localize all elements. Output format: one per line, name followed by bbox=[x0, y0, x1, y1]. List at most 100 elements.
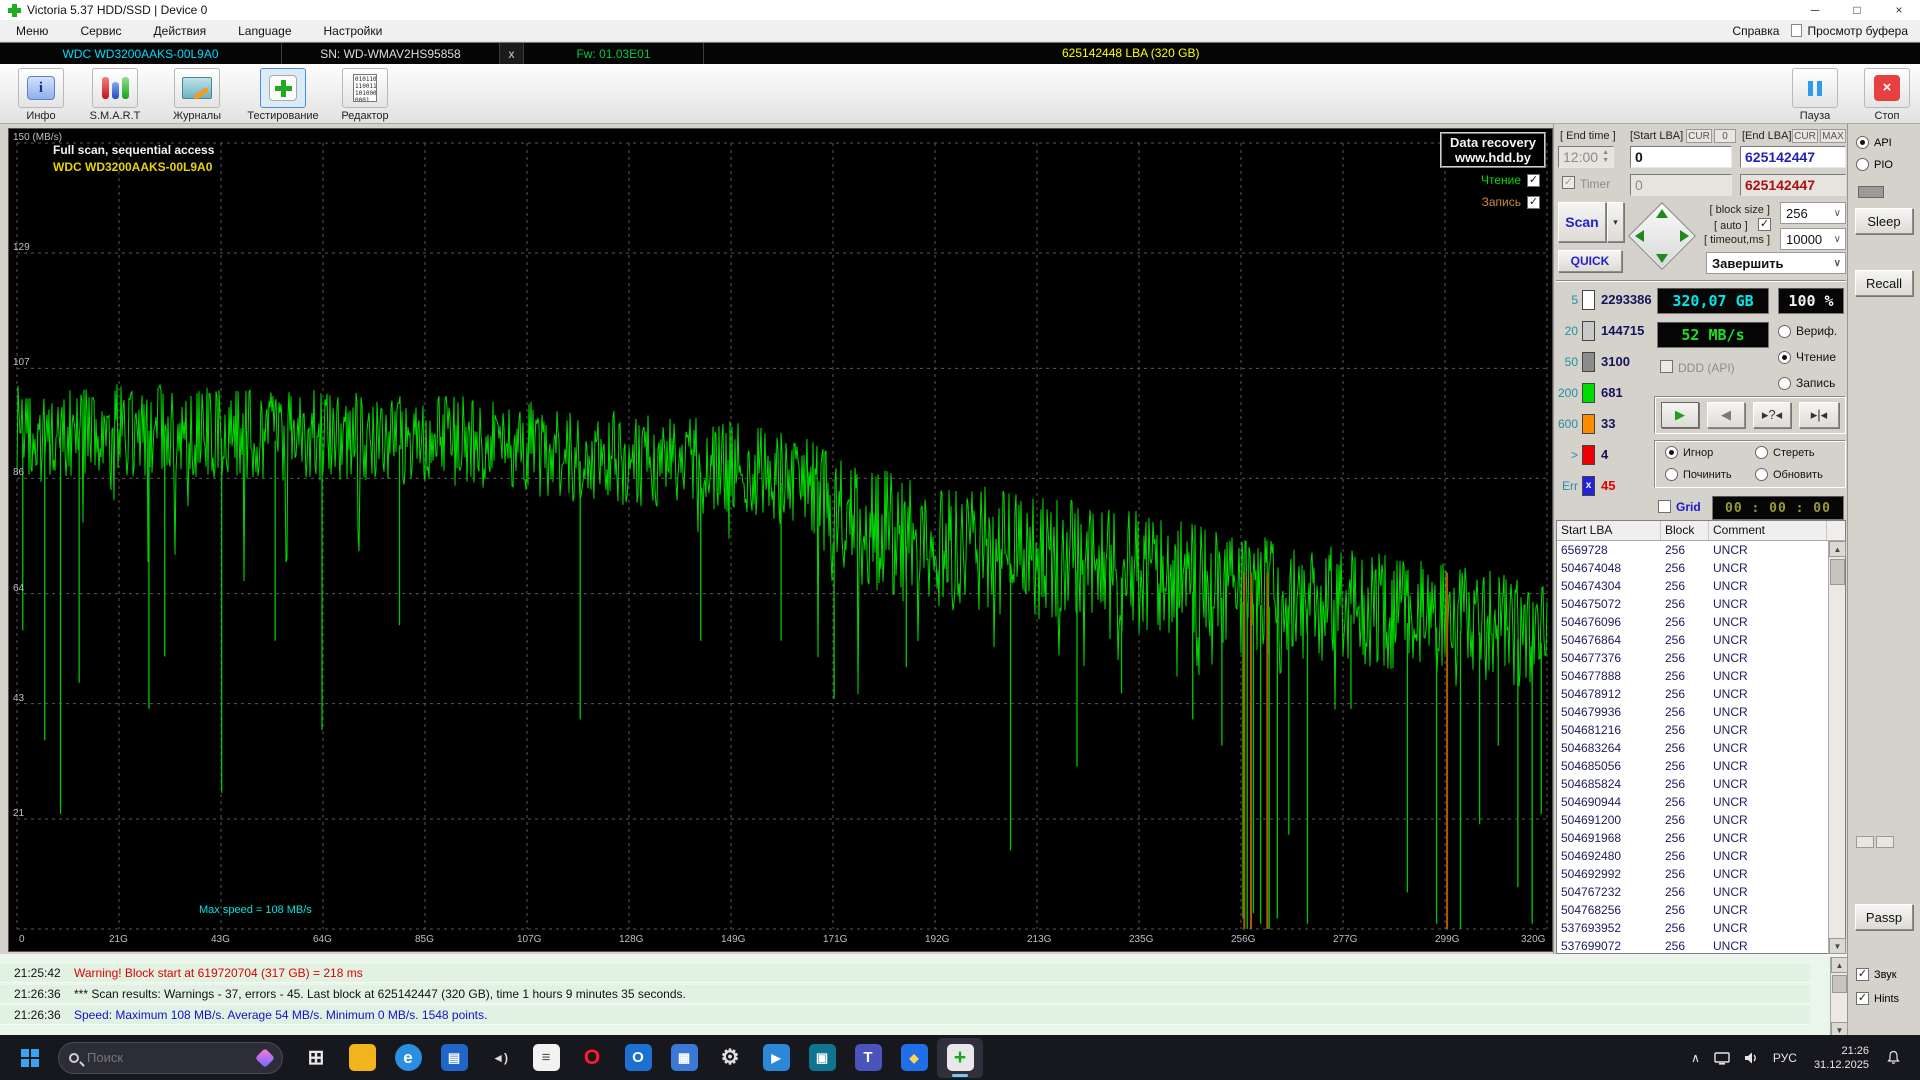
nav-left-icon[interactable] bbox=[1635, 230, 1644, 242]
smart-button[interactable] bbox=[92, 68, 138, 108]
journals-button[interactable] bbox=[174, 68, 220, 108]
refresh-radio[interactable]: Обновить bbox=[1755, 468, 1823, 481]
settings-gear-icon[interactable]: ⚙ bbox=[707, 1038, 753, 1078]
defender-shield-icon[interactable]: ◆ bbox=[891, 1038, 937, 1078]
block-size-select[interactable]: 256 bbox=[1780, 202, 1846, 224]
nav-up-icon[interactable] bbox=[1656, 209, 1668, 218]
table-row[interactable]: 537699072256UNCR bbox=[1557, 937, 1828, 954]
sleep-button[interactable]: Sleep bbox=[1855, 208, 1913, 234]
pio-radio[interactable]: PIO bbox=[1856, 158, 1893, 171]
edge-browser-icon[interactable]: e bbox=[385, 1038, 431, 1078]
mini-button-1[interactable] bbox=[1856, 836, 1874, 848]
timer-value-input[interactable]: 0 bbox=[1630, 174, 1732, 196]
end-time-spinner[interactable]: 12:00▲▼ bbox=[1558, 146, 1614, 168]
end-lba-input[interactable]: 625142447 bbox=[1740, 146, 1846, 168]
taskbar-search[interactable] bbox=[58, 1042, 283, 1074]
notepad-icon[interactable]: ≡ bbox=[523, 1038, 569, 1078]
store-icon[interactable]: ▤ bbox=[431, 1038, 477, 1078]
scan-button[interactable]: Scan bbox=[1558, 202, 1606, 242]
scroll-down-icon[interactable]: ▼ bbox=[1829, 938, 1846, 954]
close-button[interactable]: × bbox=[1878, 3, 1920, 17]
start-lba-cur-button[interactable]: CUR bbox=[1686, 129, 1712, 143]
media-player-icon[interactable]: ▶ bbox=[753, 1038, 799, 1078]
editor-button[interactable]: 010110 110011 101000 0001 bbox=[342, 68, 388, 108]
table-row[interactable]: 504678912256UNCR bbox=[1557, 685, 1828, 703]
column-header-start-lba[interactable]: Start LBA bbox=[1557, 521, 1661, 540]
teams-icon[interactable]: T bbox=[845, 1038, 891, 1078]
end-lba-max-button[interactable]: MAX bbox=[1820, 129, 1846, 143]
table-row[interactable]: 504685056256UNCR bbox=[1557, 757, 1828, 775]
start-lba-zero-button[interactable]: 0 bbox=[1714, 129, 1736, 143]
api-radio[interactable]: API bbox=[1856, 136, 1892, 149]
nav-down-icon[interactable] bbox=[1656, 254, 1668, 263]
menu-settings[interactable]: Настройки bbox=[308, 24, 399, 38]
table-row[interactable]: 504677888256UNCR bbox=[1557, 667, 1828, 685]
remap-radio[interactable]: Починить bbox=[1665, 468, 1732, 481]
scan-dropdown-button[interactable]: ▾ bbox=[1607, 202, 1624, 242]
menu-actions[interactable]: Действия bbox=[138, 24, 223, 38]
tray-expand-icon[interactable]: ∧ bbox=[1684, 1051, 1707, 1065]
erase-radio[interactable]: Стереть bbox=[1755, 446, 1815, 459]
play-forward-button[interactable]: ▶ bbox=[1661, 402, 1699, 428]
scroll-up-icon[interactable]: ▲ bbox=[1829, 541, 1846, 557]
search-input[interactable] bbox=[87, 1050, 217, 1065]
column-header-block[interactable]: Block bbox=[1661, 521, 1709, 540]
file-explorer-icon[interactable] bbox=[339, 1038, 385, 1078]
table-row[interactable]: 504679936256UNCR bbox=[1557, 703, 1828, 721]
log-scrollbar[interactable]: ▲ ▼ bbox=[1830, 957, 1847, 1038]
timer-checkbox[interactable]: ✓ bbox=[1562, 176, 1575, 189]
read-checkbox[interactable]: ✓ bbox=[1527, 174, 1540, 187]
table-row[interactable]: 504692992256UNCR bbox=[1557, 865, 1828, 883]
timeout-select[interactable]: 10000 bbox=[1780, 228, 1846, 250]
scrollbar-thumb[interactable] bbox=[1830, 559, 1845, 585]
menu-language[interactable]: Language bbox=[222, 24, 307, 38]
write-checkbox[interactable]: ✓ bbox=[1527, 196, 1540, 209]
blue-app-icon[interactable]: ▦ bbox=[661, 1038, 707, 1078]
victoria-app-icon[interactable]: + bbox=[937, 1038, 983, 1078]
ignore-radio[interactable]: Игнор bbox=[1665, 446, 1713, 459]
table-scrollbar[interactable]: ▲ ▼ bbox=[1828, 541, 1845, 954]
table-row[interactable]: 6569728256UNCR bbox=[1557, 541, 1828, 559]
pause-button[interactable] bbox=[1792, 68, 1838, 108]
menu-service[interactable]: Сервис bbox=[64, 24, 137, 38]
start-button[interactable] bbox=[8, 1038, 52, 1078]
info-button[interactable]: i bbox=[18, 68, 64, 108]
sound-checkbox-row[interactable]: ✓Звук bbox=[1856, 968, 1897, 981]
table-row[interactable]: 504691968256UNCR bbox=[1557, 829, 1828, 847]
table-row[interactable]: 504674048256UNCR bbox=[1557, 559, 1828, 577]
read-radio[interactable]: Чтение bbox=[1778, 350, 1836, 364]
passp-button[interactable]: Passp bbox=[1855, 904, 1913, 930]
media-volume-icon[interactable]: ◄) bbox=[477, 1038, 523, 1078]
write-radio[interactable]: Запись bbox=[1778, 376, 1835, 390]
table-row[interactable]: 504674304256UNCR bbox=[1557, 577, 1828, 595]
notifications-bell-icon[interactable] bbox=[1879, 1050, 1908, 1065]
nav-right-icon[interactable] bbox=[1680, 230, 1689, 242]
table-row[interactable]: 504676864256UNCR bbox=[1557, 631, 1828, 649]
table-row[interactable]: 537693952256UNCR bbox=[1557, 919, 1828, 937]
nav-diamond[interactable] bbox=[1626, 200, 1698, 272]
maximize-button[interactable]: □ bbox=[1836, 3, 1878, 17]
tab-close-button[interactable]: x bbox=[500, 43, 524, 65]
menu-help[interactable]: Справка bbox=[1720, 24, 1791, 38]
language-indicator[interactable]: РУС bbox=[1766, 1051, 1804, 1065]
task-view-icon[interactable]: ⊞ bbox=[293, 1038, 339, 1078]
testing-button[interactable] bbox=[260, 68, 306, 108]
volume-icon[interactable] bbox=[1737, 1051, 1766, 1065]
column-header-comment[interactable]: Comment bbox=[1709, 521, 1827, 540]
table-row[interactable]: 504692480256UNCR bbox=[1557, 847, 1828, 865]
auto-checkbox[interactable]: ✓ bbox=[1758, 218, 1771, 231]
seek-end-button[interactable]: ▸|◂ bbox=[1799, 402, 1839, 428]
outlook-icon[interactable]: O bbox=[615, 1038, 661, 1078]
grid-checkbox[interactable] bbox=[1658, 500, 1671, 513]
stop-button[interactable]: × bbox=[1864, 68, 1910, 108]
drive-model-tab[interactable]: WDC WD3200AAKS-00L9A0 bbox=[0, 43, 282, 65]
ddd-api-checkbox[interactable] bbox=[1660, 360, 1673, 373]
table-row[interactable]: 504677376256UNCR bbox=[1557, 649, 1828, 667]
menu-menu[interactable]: Меню bbox=[0, 24, 64, 38]
quick-button[interactable]: QUICK bbox=[1558, 250, 1622, 272]
minimize-button[interactable]: ─ bbox=[1794, 3, 1836, 17]
table-row[interactable]: 504683264256UNCR bbox=[1557, 739, 1828, 757]
end-lba-cur-button[interactable]: CUR bbox=[1792, 129, 1818, 143]
table-row[interactable]: 504685824256UNCR bbox=[1557, 775, 1828, 793]
recall-button[interactable]: Recall bbox=[1855, 270, 1913, 296]
